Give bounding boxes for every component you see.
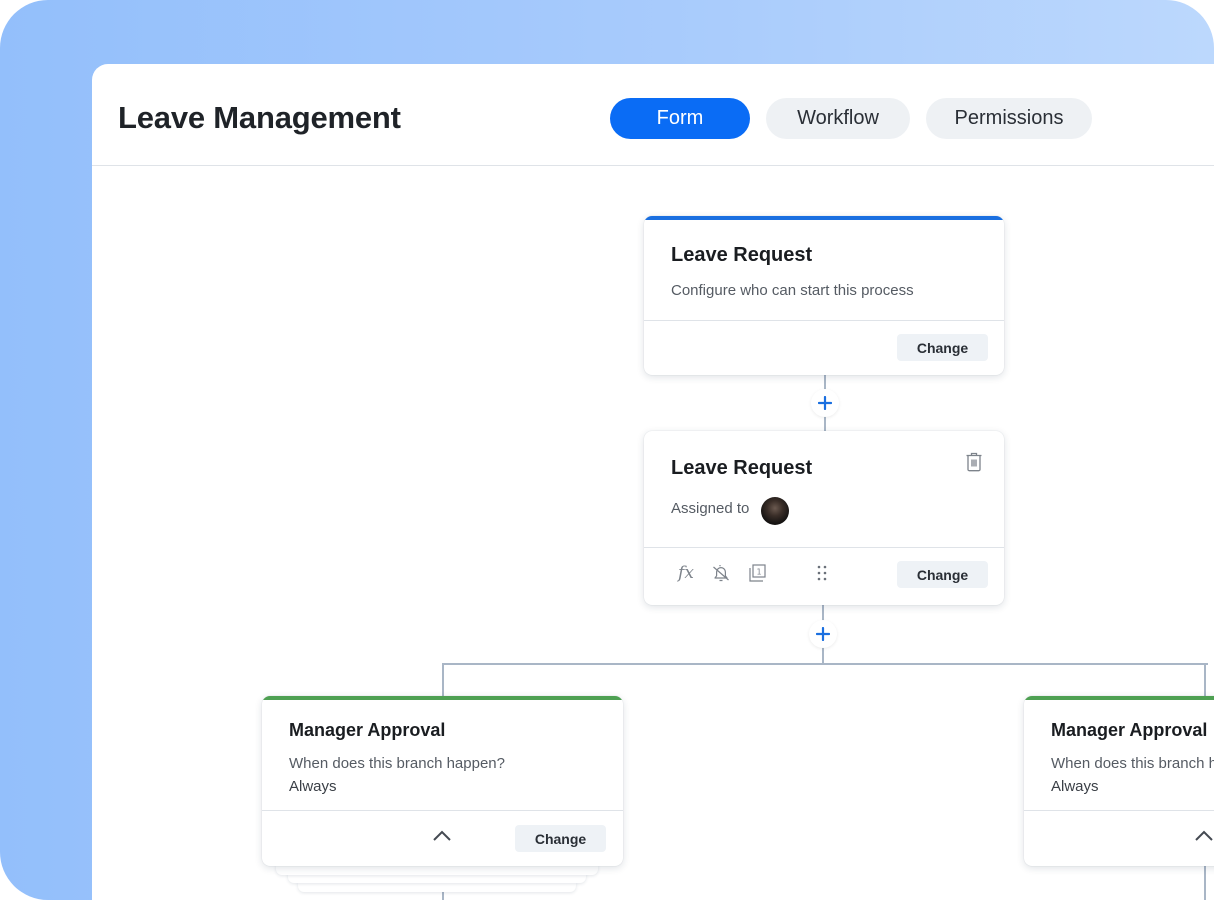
change-button[interactable]: Change (897, 334, 988, 361)
change-button[interactable]: Change (515, 825, 606, 852)
chevron-up-icon[interactable] (430, 828, 454, 844)
card-accent-bar (644, 216, 1004, 220)
assigned-label: Assigned to (671, 500, 750, 517)
trash-icon[interactable] (964, 451, 984, 473)
copy-count-icon[interactable]: 1 (746, 562, 768, 584)
add-branch-button[interactable] (809, 620, 837, 648)
formula-icon[interactable]: fx (674, 562, 698, 584)
plus-icon (816, 627, 830, 641)
card-title: Leave Request (671, 457, 813, 479)
header: Leave Management Form Workflow Permissio… (92, 64, 1214, 166)
tab-workflow[interactable]: Workflow (766, 98, 910, 139)
drag-handle-icon[interactable] (814, 563, 830, 583)
branch-question: When does this branch happen? (289, 755, 505, 772)
plus-icon (818, 396, 832, 410)
trigger-card[interactable]: Leave Request Configure who can start th… (644, 216, 1004, 375)
card-subtitle: Configure who can start this process (671, 282, 914, 299)
stacked-card-shadow (298, 882, 576, 892)
workflow-canvas: Leave Request Configure who can start th… (92, 167, 1214, 900)
add-step-button[interactable] (811, 389, 839, 417)
chevron-up-icon[interactable] (1192, 828, 1214, 844)
svg-text:1: 1 (756, 568, 761, 577)
tab-form[interactable]: Form (610, 98, 750, 139)
card-title: Manager Approval (289, 720, 446, 740)
user-avatar[interactable] (761, 497, 789, 525)
change-button[interactable]: Change (897, 561, 988, 588)
branch-question: When does this branch happen? (1051, 755, 1214, 772)
branch-card[interactable]: Manager Approval When does this branch h… (262, 696, 623, 866)
branch-card[interactable]: Manager Approval When does this branch h… (1024, 696, 1214, 866)
step-card[interactable]: Leave Request Assigned to fx 1 Change (644, 431, 1004, 605)
tab-permissions[interactable]: Permissions (926, 98, 1092, 139)
page-title: Leave Management (118, 100, 401, 135)
app-window: Leave Management Form Workflow Permissio… (92, 64, 1214, 900)
card-title: Manager Approval (1051, 720, 1208, 740)
card-footer (1024, 810, 1214, 866)
card-title: Leave Request (671, 244, 813, 266)
branch-condition: Always (289, 778, 337, 795)
tab-bar: Form Workflow Permissions (610, 98, 1092, 139)
stacked-card-shadow (276, 865, 598, 875)
card-accent-bar (262, 696, 623, 700)
branch-condition: Always (1051, 778, 1099, 795)
card-accent-bar (1024, 696, 1214, 700)
connector-line (442, 663, 1208, 665)
connector-line (442, 663, 444, 697)
notification-off-icon[interactable] (710, 562, 732, 584)
